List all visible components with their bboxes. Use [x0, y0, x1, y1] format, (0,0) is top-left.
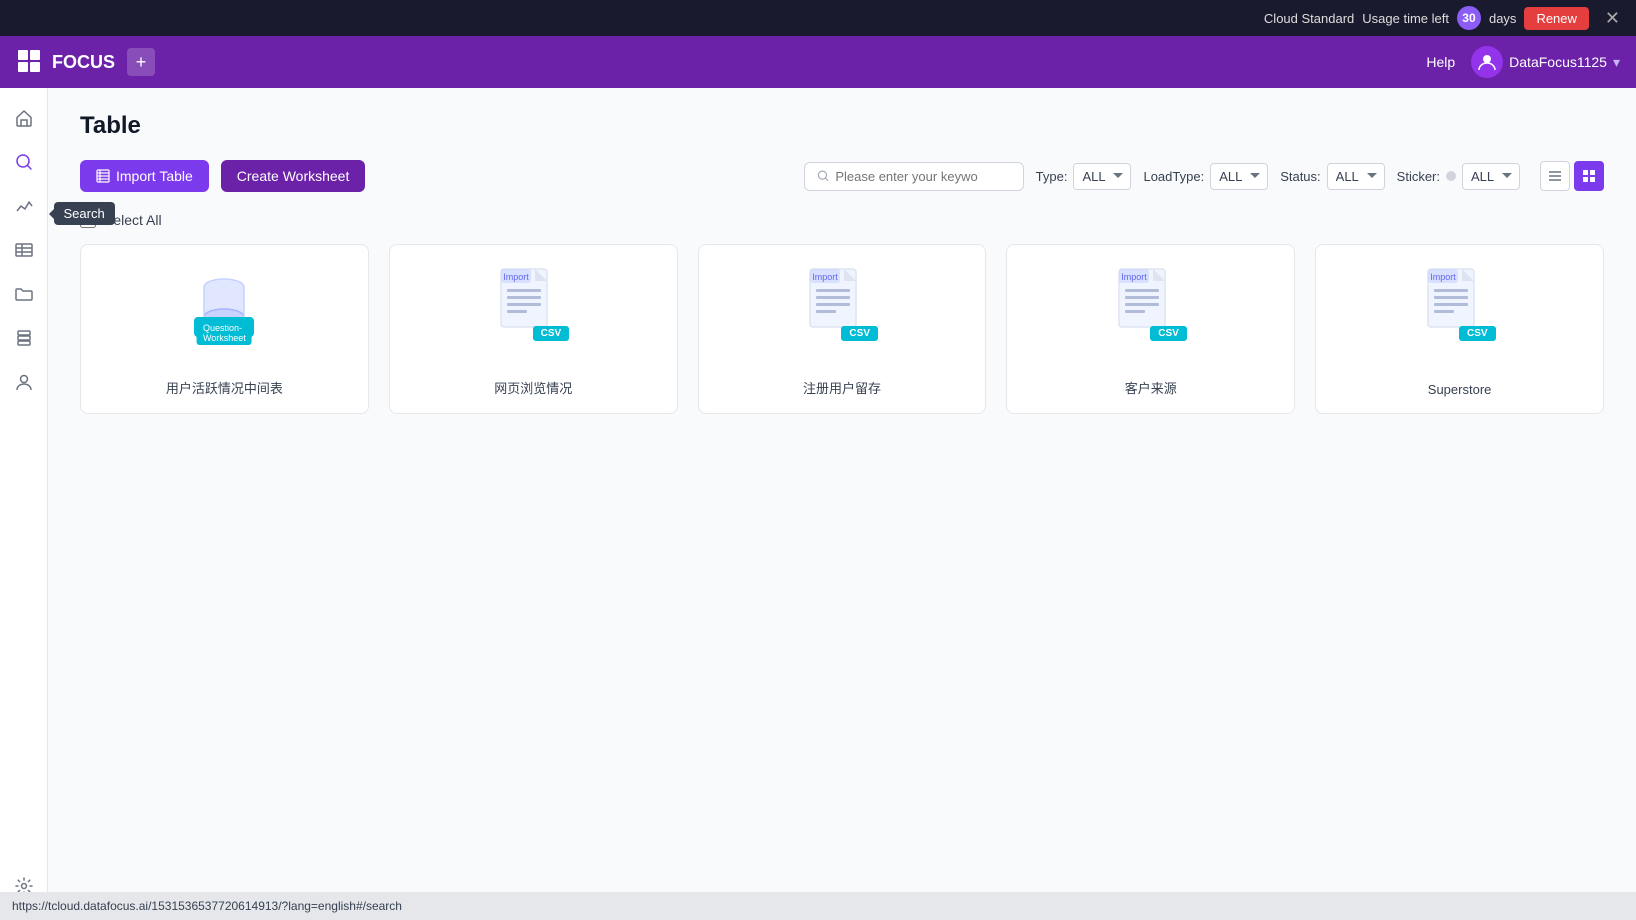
status-url: https://tcloud.datafocus.ai/153153653772… [12, 899, 402, 913]
app-logo: FOCUS [16, 48, 115, 76]
sidebar-item-table[interactable] [4, 232, 44, 272]
days-unit: days [1489, 11, 1516, 26]
sticker-select[interactable]: ALL [1462, 163, 1520, 190]
sidebar-item-folder[interactable] [4, 276, 44, 316]
user-info[interactable]: DataFocus1125 ▾ [1471, 46, 1620, 78]
csv-icon: Import CSV [802, 265, 882, 345]
sidebar-item-data[interactable] [4, 320, 44, 360]
table-row[interactable]: Question- Question-Worksheet 用户活跃情况中间表 [80, 244, 369, 414]
loadtype-label: LoadType: [1143, 169, 1204, 184]
card-name: 注册用户留存 [803, 378, 881, 397]
table-row[interactable]: Import CSV 注册用户留存 [698, 244, 987, 414]
grid-view-button[interactable] [1574, 161, 1604, 191]
search-tooltip: Search [54, 202, 115, 225]
toolbar: Import Table Create Worksheet Type: ALL [80, 160, 1604, 192]
logo-icon [16, 48, 44, 76]
sidebar-item-user[interactable] [4, 364, 44, 404]
header-left: FOCUS + [16, 48, 155, 76]
sticker-label: Sticker: [1397, 169, 1440, 184]
main-content: Table Import Table Create Worksheet [48, 88, 1636, 920]
logo-text: FOCUS [52, 52, 115, 73]
sidebar-item-home[interactable] [4, 100, 44, 140]
status-filter: Status: ALL [1280, 163, 1384, 190]
add-tab-button[interactable]: + [127, 48, 155, 76]
table-row[interactable]: Import CSV 客户来源 [1006, 244, 1295, 414]
close-button[interactable]: ✕ [1605, 8, 1620, 29]
csv-icon: Import CSV [1420, 265, 1500, 345]
sticker-filter: Sticker: ALL [1397, 163, 1520, 190]
table-row[interactable]: Import CSV 网页浏览情况 [389, 244, 678, 414]
search-box [804, 162, 1024, 191]
status-bar: https://tcloud.datafocus.ai/153153653772… [0, 892, 1636, 920]
card-name: 用户活跃情况中间表 [166, 378, 283, 397]
app-header: FOCUS + Help DataFocus1125 ▾ [0, 36, 1636, 88]
view-toggle [1540, 161, 1604, 191]
usage-label: Usage time left [1362, 11, 1449, 26]
sidebar: Search [0, 88, 48, 920]
home-icon [14, 108, 34, 133]
header-right: Help DataFocus1125 ▾ [1426, 46, 1620, 78]
svg-text:Import: Import [812, 272, 838, 282]
import-icon [96, 169, 110, 183]
folder-icon [14, 284, 34, 309]
status-select[interactable]: ALL [1327, 163, 1385, 190]
days-badge: 30 [1457, 6, 1481, 30]
import-table-button[interactable]: Import Table [80, 160, 209, 192]
help-link[interactable]: Help [1426, 54, 1455, 70]
csv-icon: Import CSV [1111, 265, 1191, 345]
cards-grid: Question- Question-Worksheet 用户活跃情况中间表 [80, 244, 1604, 414]
status-label: Status: [1280, 169, 1320, 184]
type-filter: Type: ALL [1036, 163, 1132, 190]
list-icon [1547, 168, 1563, 184]
type-select[interactable]: ALL [1073, 163, 1131, 190]
search-icon [14, 152, 34, 177]
sidebar-item-search[interactable]: Search [4, 144, 44, 184]
svg-text:Import: Import [1121, 272, 1147, 282]
sidebar-item-analytics[interactable] [4, 188, 44, 228]
top-notification-bar: Cloud Standard Usage time left 30 days R… [0, 0, 1636, 36]
table-row[interactable]: Import CSV Superstore [1315, 244, 1604, 414]
loadtype-select[interactable]: ALL [1210, 163, 1268, 190]
main-layout: Search [0, 88, 1636, 920]
table-icon [14, 240, 34, 265]
svg-text:Import: Import [1430, 272, 1456, 282]
card-name: 网页浏览情况 [494, 378, 572, 397]
renew-button[interactable]: Renew [1524, 7, 1588, 30]
search-field-icon [817, 169, 830, 183]
search-input[interactable] [835, 169, 1010, 184]
username: DataFocus1125 [1509, 54, 1607, 70]
sticker-dot [1446, 171, 1456, 181]
card-name: Superstore [1428, 382, 1492, 397]
svg-text:Import: Import [503, 272, 529, 282]
data-icon [14, 328, 34, 353]
type-label: Type: [1036, 169, 1068, 184]
user-chevron-icon: ▾ [1613, 54, 1620, 71]
analytics-icon [14, 196, 34, 221]
card-name: 客户来源 [1125, 378, 1177, 397]
plan-label: Cloud Standard [1264, 11, 1354, 26]
csv-icon: Import CSV [493, 265, 573, 345]
select-all-row: Select All [80, 212, 1604, 228]
list-view-button[interactable] [1540, 161, 1570, 191]
filters: Type: ALL LoadType: ALL Status: ALL [804, 161, 1604, 191]
avatar [1471, 46, 1503, 78]
loadtype-filter: LoadType: ALL [1143, 163, 1268, 190]
worksheet-icon: Question- Question-Worksheet [184, 265, 264, 345]
user-icon [14, 372, 34, 397]
grid-icon [1581, 168, 1597, 184]
create-worksheet-button[interactable]: Create Worksheet [221, 160, 366, 192]
page-title: Table [80, 112, 1604, 140]
